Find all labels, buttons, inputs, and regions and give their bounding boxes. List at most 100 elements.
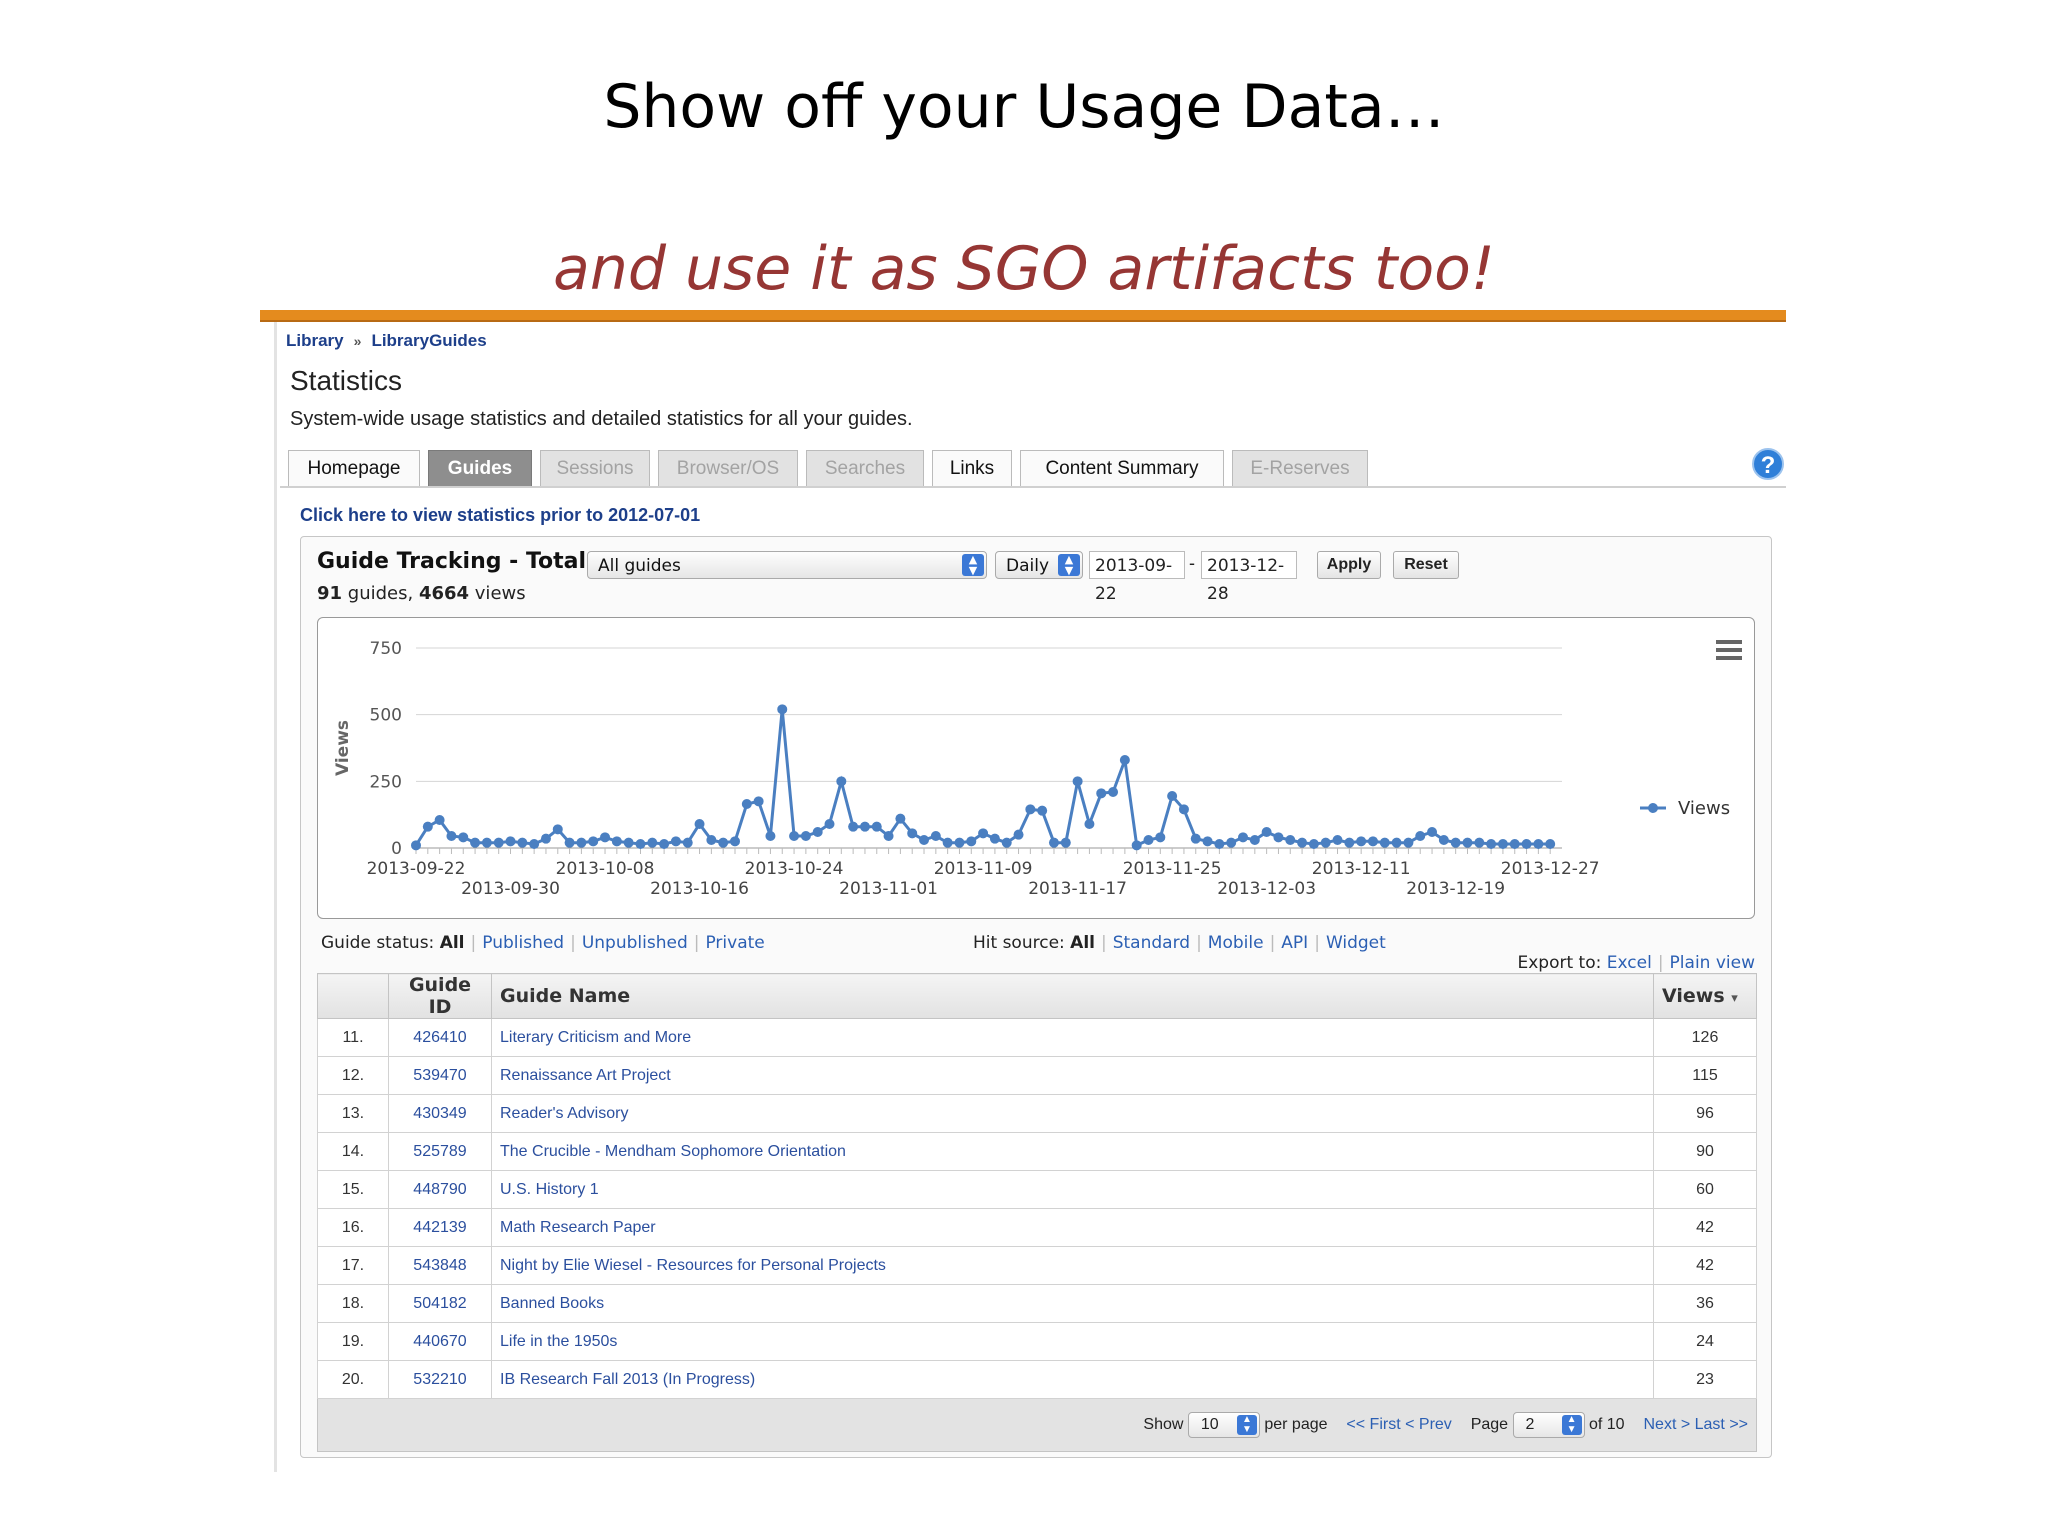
export-excel[interactable]: Excel: [1607, 953, 1652, 973]
page-description: System-wide usage statistics and detaile…: [290, 408, 913, 430]
row-guide-id[interactable]: 504182: [388, 1284, 492, 1323]
data-point: [718, 837, 729, 848]
tab-sessions[interactable]: Sessions: [540, 450, 650, 486]
row-guide-name[interactable]: Literary Criticism and More: [491, 1018, 1654, 1057]
header-views-label: Views: [1662, 985, 1725, 1007]
date-from-input[interactable]: 2013-09-22: [1089, 551, 1185, 604]
legend-label: Views: [1678, 798, 1730, 819]
period-select[interactable]: Daily ▲ ▼: [995, 551, 1083, 579]
apply-button[interactable]: Apply: [1317, 551, 1381, 579]
data-point: [1108, 787, 1119, 797]
breadcrumb-library[interactable]: Library: [286, 331, 344, 350]
page-value: 2: [1525, 1416, 1535, 1433]
header-views[interactable]: Views ▾: [1653, 973, 1757, 1019]
sort-descending-icon: ▾: [1731, 991, 1738, 1006]
page-select[interactable]: 2 ▲ ▼: [1512, 1412, 1585, 1438]
breadcrumb-libraryguides[interactable]: LibraryGuides: [371, 331, 486, 350]
data-point: [670, 836, 681, 847]
tab-homepage[interactable]: Homepage: [288, 450, 420, 486]
row-guide-id[interactable]: 543848: [388, 1246, 492, 1285]
data-point: [458, 832, 469, 843]
first-page-link[interactable]: << First: [1346, 1416, 1400, 1433]
hit-widget[interactable]: Widget: [1326, 933, 1386, 953]
row-guide-name[interactable]: Life in the 1950s: [491, 1322, 1654, 1361]
table-row: 18. 504182 Banned Books 36: [317, 1284, 1757, 1323]
row-guide-name[interactable]: The Crucible - Mendham Sophomore Orienta…: [491, 1132, 1654, 1171]
row-guide-id[interactable]: 448790: [388, 1170, 492, 1209]
guide-select[interactable]: All guides ▲ ▼: [587, 551, 987, 579]
x-tick-label: 2013-11-09: [934, 859, 1033, 879]
data-point: [517, 837, 528, 848]
data-point: [1533, 839, 1544, 849]
data-point: [588, 836, 599, 847]
status-private[interactable]: Private: [705, 933, 764, 953]
hit-mobile[interactable]: Mobile: [1208, 933, 1264, 953]
row-guide-id[interactable]: 440670: [388, 1322, 492, 1361]
hit-all[interactable]: All: [1070, 933, 1095, 953]
tab-guides[interactable]: Guides: [428, 450, 532, 486]
tab-browser-os[interactable]: Browser/OS: [658, 450, 798, 486]
data-point: [1060, 837, 1071, 848]
row-guide-id[interactable]: 525789: [388, 1132, 492, 1171]
data-point: [493, 837, 504, 848]
data-point: [978, 828, 989, 839]
data-point: [1013, 829, 1024, 840]
row-guide-id[interactable]: 539470: [388, 1056, 492, 1095]
help-icon[interactable]: ?: [1752, 448, 1784, 480]
data-point: [919, 835, 930, 845]
views-line-chart: 0250500750Views2013-09-22 2013-10-08 2013-…: [333, 639, 1742, 899]
status-published[interactable]: Published: [482, 933, 564, 953]
row-guide-name[interactable]: Banned Books: [491, 1284, 1654, 1323]
row-guide-name[interactable]: IB Research Fall 2013 (In Progress): [491, 1360, 1654, 1399]
row-num: 15.: [317, 1170, 389, 1209]
data-point: [1356, 836, 1367, 847]
page-title: Statistics: [290, 365, 403, 396]
reset-button[interactable]: Reset: [1393, 551, 1459, 579]
tab-e-reserves[interactable]: E-Reserves: [1232, 450, 1368, 486]
row-guide-id[interactable]: 532210: [388, 1360, 492, 1399]
row-guide-name[interactable]: Reader's Advisory: [491, 1094, 1654, 1133]
row-guide-id[interactable]: 430349: [388, 1094, 492, 1133]
tab-searches[interactable]: Searches: [806, 450, 924, 486]
per-page-select[interactable]: 10 ▲ ▼: [1187, 1412, 1260, 1438]
status-all[interactable]: All: [440, 933, 465, 953]
row-guide-id[interactable]: 426410: [388, 1018, 492, 1057]
data-point: [1167, 791, 1178, 801]
tab-content-summary[interactable]: Content Summary: [1020, 450, 1224, 486]
header-guide-id[interactable]: Guide ID: [388, 973, 492, 1019]
row-guide-name[interactable]: Math Research Paper: [491, 1208, 1654, 1247]
export-plain-view[interactable]: Plain view: [1670, 953, 1755, 973]
data-point: [1048, 837, 1059, 848]
period-select-value: Daily: [1006, 556, 1050, 576]
data-point: [883, 831, 894, 841]
hit-api[interactable]: API: [1281, 933, 1308, 953]
row-num: 14.: [317, 1132, 389, 1171]
table-header-row: Guide ID Guide Name Views ▾: [317, 973, 1757, 1019]
data-point: [635, 839, 646, 849]
row-guide-name[interactable]: Night by Elie Wiesel - Resources for Per…: [491, 1246, 1654, 1285]
tabs-divider: [280, 486, 1786, 488]
row-guide-name[interactable]: U.S. History 1: [491, 1170, 1654, 1209]
status-unpublished[interactable]: Unpublished: [582, 933, 688, 953]
y-tick-label: 250: [370, 772, 402, 792]
tab-links[interactable]: Links: [932, 450, 1012, 486]
x-tick-label: 2013-12-19: [1406, 879, 1505, 899]
data-point: [930, 831, 941, 841]
data-point: [1273, 832, 1284, 843]
last-page-link[interactable]: Last >>: [1695, 1416, 1748, 1433]
data-point: [647, 837, 658, 848]
prior-statistics-link[interactable]: Click here to view statistics prior to 2…: [300, 505, 700, 526]
hit-source-label: Hit source:: [973, 933, 1065, 953]
prev-page-link[interactable]: < Prev: [1405, 1416, 1452, 1433]
header-guide-name[interactable]: Guide Name: [491, 973, 1654, 1019]
row-guide-id[interactable]: 442139: [388, 1208, 492, 1247]
row-guide-name[interactable]: Renaissance Art Project: [491, 1056, 1654, 1095]
y-tick-label: 0: [391, 839, 402, 859]
header-guide-name-label: Guide Name: [500, 985, 631, 1007]
data-point: [1474, 837, 1485, 848]
of-pages-label: of 10: [1588, 1416, 1625, 1434]
data-point: [836, 776, 847, 787]
hit-standard[interactable]: Standard: [1113, 933, 1190, 953]
next-page-link[interactable]: Next >: [1643, 1416, 1690, 1433]
date-to-input[interactable]: 2013-12-28: [1201, 551, 1297, 604]
